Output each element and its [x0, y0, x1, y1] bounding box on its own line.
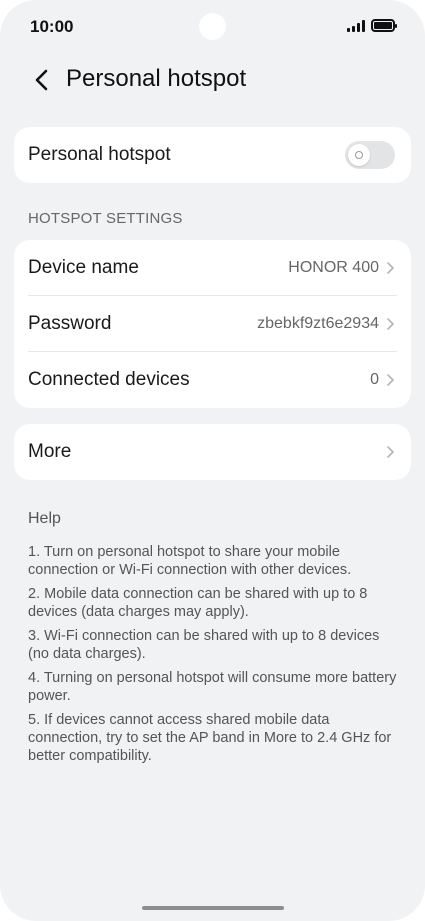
- chevron-left-icon[interactable]: [32, 68, 52, 92]
- status-time: 10:00: [30, 17, 74, 36]
- page-title: Personal hotspot: [66, 65, 247, 92]
- connected-devices-label: Connected devices: [28, 369, 190, 390]
- more-row[interactable]: More: [14, 424, 411, 480]
- header: Personal hotspot: [0, 62, 425, 98]
- phone-screen: 10:00 Personal hotspot Personal hotspot …: [0, 0, 425, 921]
- hotspot-toggle-row[interactable]: Personal hotspot: [14, 127, 411, 183]
- connected-devices-value: 0: [370, 371, 379, 388]
- help-item: 4. Turning on personal hotspot will cons…: [28, 670, 397, 704]
- chevron-right-icon: [387, 262, 394, 274]
- front-camera: [199, 13, 226, 40]
- password-value: zbebkf9zt6e2934: [257, 315, 379, 332]
- device-name-value: HONOR 400: [288, 259, 379, 276]
- password-label: Password: [28, 313, 112, 334]
- hotspot-card: Personal hotspot: [14, 127, 411, 183]
- status-icons: [347, 19, 397, 32]
- toggle-knob: [348, 144, 370, 166]
- chevron-right-icon: [387, 446, 394, 458]
- status-bar: 10:00: [0, 0, 425, 54]
- help-item: 5. If devices cannot access shared mobil…: [28, 712, 392, 764]
- more-card: More: [14, 424, 411, 480]
- hotspot-label: Personal hotspot: [28, 144, 171, 165]
- password-row[interactable]: Password zbebkf9zt6e2934: [14, 296, 411, 352]
- more-label: More: [28, 441, 72, 462]
- settings-card: Device name HONOR 400 Password zbebkf9zt…: [14, 240, 411, 408]
- signal-icon: [347, 19, 365, 32]
- help-item: 1. Turn on personal hotspot to share you…: [28, 544, 352, 578]
- help-item: 3. Wi-Fi connection can be shared with u…: [28, 628, 380, 662]
- device-name-row[interactable]: Device name HONOR 400: [14, 240, 411, 296]
- home-indicator[interactable]: [142, 906, 284, 910]
- chevron-right-icon: [387, 374, 394, 386]
- device-name-label: Device name: [28, 257, 139, 278]
- help-section: Help 1. Turn on personal hotspot to shar…: [28, 510, 398, 771]
- hotspot-toggle[interactable]: [345, 141, 395, 169]
- chevron-right-icon: [387, 318, 394, 330]
- help-item: 2. Mobile data connection can be shared …: [28, 586, 368, 620]
- connected-devices-row[interactable]: Connected devices 0: [14, 352, 411, 408]
- section-title-hotspot-settings: HOTSPOT SETTINGS: [28, 210, 183, 227]
- battery-icon: [371, 19, 397, 32]
- help-title: Help: [28, 510, 61, 527]
